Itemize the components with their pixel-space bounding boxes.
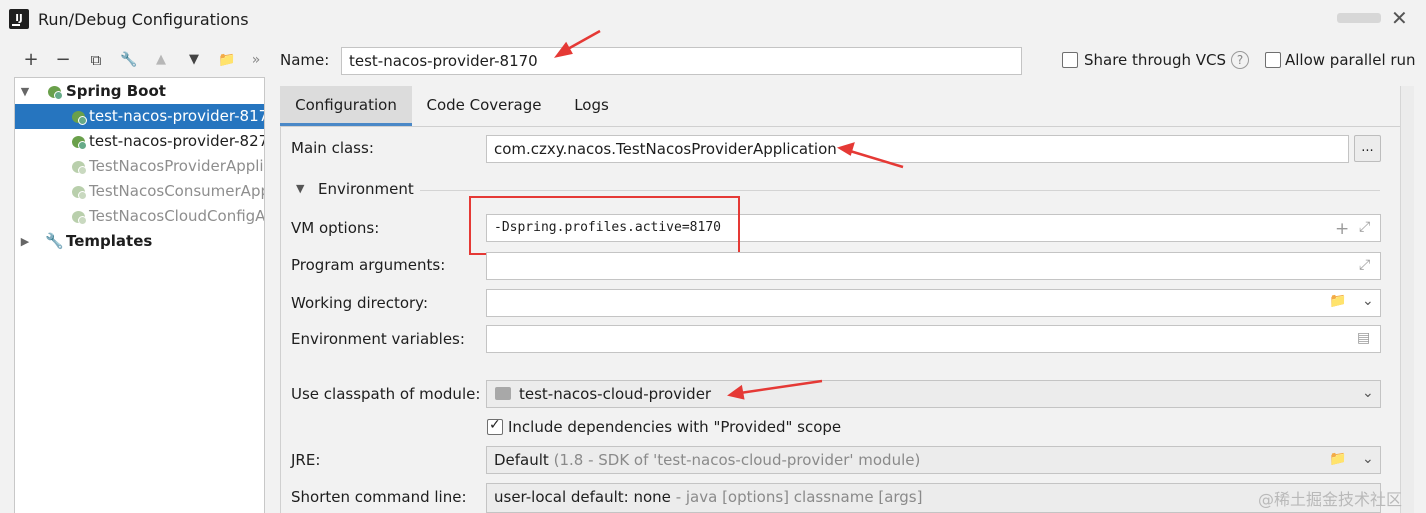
annotation-arrow-main-class	[849, 149, 904, 169]
annotation-arrowhead	[553, 41, 573, 58]
annotation-arrows	[553, 29, 904, 400]
watermark: @稀土掘金技术社区	[1258, 490, 1403, 509]
annotation-arrow-module	[739, 379, 823, 395]
annotation-arrowhead	[836, 142, 855, 156]
annotation-arrowhead	[727, 384, 745, 400]
annotation-arrow-name	[565, 29, 601, 52]
